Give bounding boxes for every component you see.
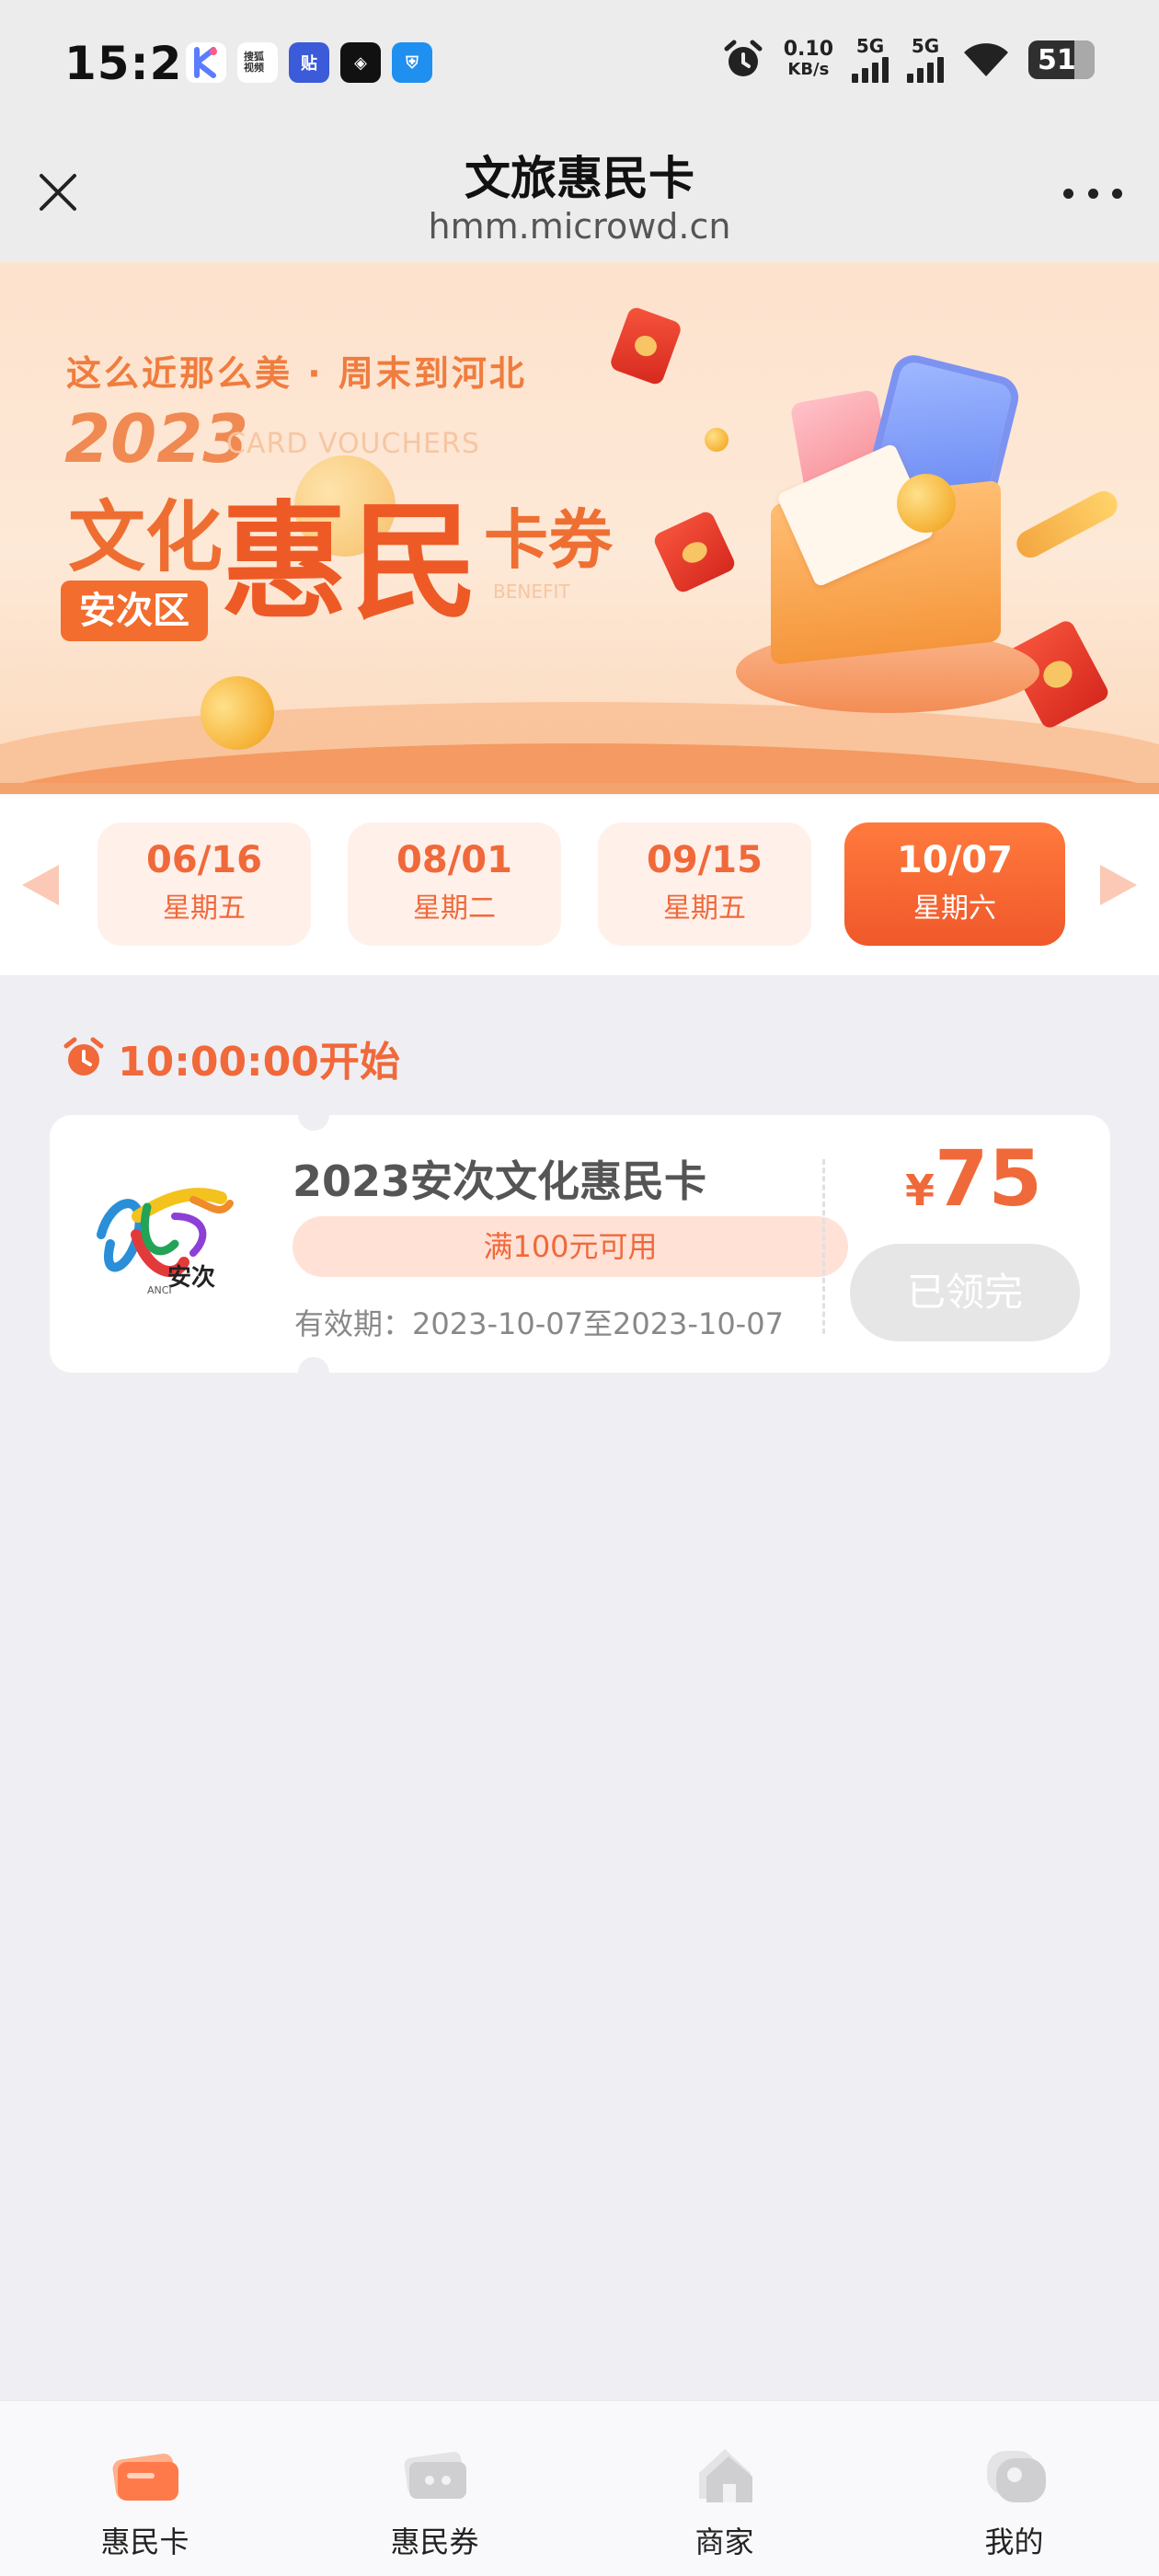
signal-bars-icon bbox=[852, 55, 889, 83]
status-right-group: 0.10 KB/s 5G 5G 51 bbox=[721, 37, 1095, 83]
signal-sim1: 5G bbox=[852, 37, 889, 83]
price-currency: ¥ bbox=[905, 1166, 935, 1215]
nav-item-shangjia[interactable]: 商家 bbox=[580, 2401, 869, 2576]
voucher-divider bbox=[822, 1159, 825, 1334]
web-header: 文旅惠民卡 hmm.microwd.cn bbox=[0, 129, 1159, 262]
page-title: 文旅惠民卡 bbox=[465, 152, 694, 205]
logo-text: 安次 bbox=[167, 1264, 216, 1292]
date-tab-0801[interactable]: 08/01 星期二 bbox=[348, 822, 561, 946]
ticket-icon bbox=[404, 2452, 466, 2499]
voucher-condition: 满100元可用 bbox=[293, 1216, 848, 1277]
claim-button[interactable]: 已领完 bbox=[850, 1244, 1080, 1341]
date-selector: 06/16 星期五 08/01 星期二 09/15 星期五 10/07 星期六 bbox=[0, 795, 1159, 975]
app-cube-icon: ◈ bbox=[340, 42, 381, 83]
nav-item-wode[interactable]: 我的 bbox=[869, 2401, 1159, 2576]
battery-level: 51 bbox=[1038, 43, 1076, 76]
coin-icon bbox=[897, 474, 956, 533]
signal-sim2: 5G bbox=[907, 37, 944, 83]
session-start-time: 10:00:00开始 bbox=[118, 1039, 400, 1086]
tieba-icon: 贴 bbox=[289, 42, 329, 83]
more-options-button[interactable] bbox=[1054, 175, 1131, 212]
arrow-decoration bbox=[1011, 486, 1123, 563]
coin-icon bbox=[705, 428, 729, 452]
nav-item-huiminquan[interactable]: 惠民券 bbox=[290, 2401, 580, 2576]
status-app-icons: 搜狐视频 贴 ◈ ⛨ bbox=[186, 42, 432, 83]
next-date-arrow-icon[interactable] bbox=[1100, 865, 1137, 905]
red-envelope-icon bbox=[651, 509, 738, 595]
price-amount: 75 bbox=[935, 1133, 1042, 1224]
alarm-clock-icon bbox=[63, 1037, 104, 1075]
card-icon bbox=[112, 2454, 178, 2501]
alarm-icon bbox=[724, 40, 763, 76]
red-envelope-icon bbox=[608, 305, 683, 387]
banner-slogan: 这么近那么美 · 周末到河北 bbox=[66, 353, 527, 394]
voucher-price: ¥75 bbox=[905, 1133, 1042, 1224]
voucher-name: 2023安次文化惠民卡 bbox=[293, 1156, 707, 1206]
souhu-video-icon: 搜狐视频 bbox=[237, 42, 278, 83]
bottom-nav: 惠民卡 惠民券 商家 我的 bbox=[0, 2399, 1159, 2576]
network-speed: 0.10 KB/s bbox=[783, 38, 833, 80]
shop-icon bbox=[698, 2449, 752, 2502]
voucher-card[interactable]: 安次 ANCI 2023安次文化惠民卡 满100元可用 有效期：2023-10-… bbox=[50, 1099, 1110, 1388]
date-tab-0616[interactable]: 06/16 星期五 bbox=[98, 822, 311, 946]
security-shield-icon: ⛨ bbox=[392, 42, 432, 83]
voucher-validity: 有效期：2023-10-07至2023-10-07 bbox=[294, 1306, 784, 1341]
district-badge: 安次区 bbox=[61, 581, 208, 641]
session-start: 10:00:00开始 bbox=[61, 1029, 400, 1087]
promo-banner: 这么近那么美 · 周末到河北 2023 CARD VOUCHERS 文化 惠民 … bbox=[0, 262, 1159, 794]
banner-benefit-en: BENEFIT bbox=[493, 581, 570, 603]
k-app-icon bbox=[186, 42, 226, 83]
nav-item-huiminka[interactable]: 惠民卡 bbox=[0, 2401, 290, 2576]
profile-icon bbox=[986, 2451, 1046, 2502]
more-dots-icon bbox=[1063, 188, 1073, 199]
logo-subtext: ANCI bbox=[147, 1284, 172, 1296]
battery-icon: 51 bbox=[1028, 40, 1095, 79]
date-tab-0915[interactable]: 09/15 星期五 bbox=[598, 822, 811, 946]
date-tab-1007[interactable]: 10/07 星期六 bbox=[844, 822, 1065, 946]
signal-bars-icon bbox=[907, 55, 944, 83]
banner-title-wenhua: 文化 bbox=[68, 492, 224, 582]
banner-title-kaquan: 卡券 bbox=[484, 502, 613, 578]
status-bar: 15:21 搜狐视频 贴 ◈ ⛨ 0.10 KB/s 5G 5G 51 bbox=[0, 0, 1159, 129]
prev-date-arrow-icon[interactable] bbox=[22, 865, 59, 905]
wifi-icon bbox=[964, 43, 1008, 76]
banner-title-huimin: 惠民 bbox=[221, 489, 483, 637]
page-url: hmm.microwd.cn bbox=[428, 206, 731, 247]
anci-logo: 安次 ANCI bbox=[83, 1179, 239, 1308]
